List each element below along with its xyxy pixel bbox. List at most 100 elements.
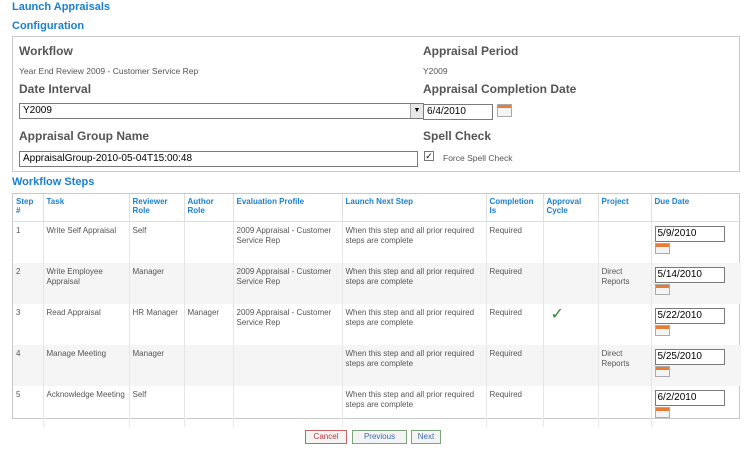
launch-next-step-cell: When this step and all prior required st… (342, 221, 487, 263)
page-title: Launch Appraisals (12, 1, 111, 13)
reviewer-role-cell: Manager (129, 345, 185, 386)
calendar-icon[interactable] (654, 366, 670, 377)
launch-next-step-cell: When this step and all prior required st… (342, 304, 487, 345)
due-date-cell: 6/2/2010 (651, 386, 741, 427)
due-date-input[interactable]: 5/25/2010 (654, 349, 725, 365)
header-launch-next-step: Launch Next Step (342, 194, 487, 222)
previous-button[interactable]: Previous (352, 430, 407, 444)
header-project: Project (598, 194, 652, 222)
table-row: 2 Write Employee Appraisal Manager 2009 … (13, 263, 741, 304)
workflow-value: Year End Review 2009 - Customer Service … (19, 66, 199, 76)
approval-cycle-cell (543, 386, 599, 427)
due-date-cell: 5/25/2010 (651, 345, 741, 386)
header-due-date: Due Date (651, 194, 741, 222)
project-cell (598, 386, 652, 427)
calendar-icon[interactable] (654, 243, 670, 254)
completion-date-label: Appraisal Completion Date (423, 82, 577, 96)
author-role-cell (184, 345, 234, 386)
evaluation-profile-cell (233, 386, 343, 427)
author-role-cell: Manager (184, 304, 234, 345)
step-cell: 2 (13, 263, 44, 304)
approval-cycle-cell (543, 345, 599, 386)
group-name-label: Appraisal Group Name (19, 129, 150, 143)
author-role-cell (184, 263, 234, 304)
configuration-heading: Configuration (12, 20, 85, 32)
spell-check-label: Spell Check (423, 129, 492, 143)
calendar-icon[interactable] (654, 284, 670, 295)
project-cell: Direct Reports (598, 263, 652, 304)
evaluation-profile-cell (233, 345, 343, 386)
header-reviewer-role: Reviewer Role (129, 194, 185, 222)
step-cell: 3 (13, 304, 44, 345)
chevron-down-icon[interactable]: ▼ (410, 104, 423, 118)
launch-next-step-cell: When this step and all prior required st… (342, 345, 487, 386)
header-step: Step # (13, 194, 44, 222)
due-date-cell: 5/22/2010 (651, 304, 741, 345)
step-cell: 1 (13, 221, 44, 263)
table-row: 5 Acknowledge Meeting Self When this ste… (13, 386, 741, 427)
approval-cycle-cell (543, 263, 599, 304)
task-cell: Read Appraisal (43, 304, 130, 345)
force-spell-check-checkbox[interactable]: ✓ (424, 151, 434, 161)
due-date-input[interactable]: 5/9/2010 (654, 226, 725, 242)
workflow-steps-heading: Workflow Steps (12, 176, 95, 188)
launch-next-step-cell: When this step and all prior required st… (342, 263, 487, 304)
evaluation-profile-cell: 2009 Appraisal - Customer Service Rep (233, 304, 343, 345)
completion-date-input[interactable]: 6/4/2010 (423, 104, 493, 120)
completion-is-cell: Required (486, 304, 544, 345)
task-cell: Write Employee Appraisal (43, 263, 130, 304)
project-cell: Direct Reports (598, 345, 652, 386)
table-row: 4 Manage Meeting Manager When this step … (13, 345, 741, 386)
completion-is-cell: Required (486, 221, 544, 263)
author-role-cell (184, 386, 234, 427)
launch-next-step-cell: When this step and all prior required st… (342, 386, 487, 427)
date-interval-selected: Y2009 (23, 105, 52, 116)
evaluation-profile-cell: 2009 Appraisal - Customer Service Rep (233, 263, 343, 304)
author-role-cell (184, 221, 234, 263)
appraisal-period-label: Appraisal Period (423, 44, 519, 58)
task-cell: Write Self Appraisal (43, 221, 130, 263)
calendar-icon[interactable] (654, 407, 670, 418)
next-button[interactable]: Next (411, 430, 441, 444)
approval-cycle-cell: ✓ (543, 304, 599, 345)
due-date-cell: 5/9/2010 (651, 222, 741, 264)
completion-is-cell: Required (486, 345, 544, 386)
table-row: 3 Read Appraisal HR Manager Manager 2009… (13, 304, 741, 345)
header-approval-cycle: Approval Cycle (543, 194, 599, 222)
header-task: Task (43, 194, 130, 222)
workflow-steps-table: Step # Task Reviewer Role Author Role Ev… (12, 193, 741, 427)
task-cell: Manage Meeting (43, 345, 130, 386)
project-cell (598, 221, 652, 263)
project-cell (598, 304, 652, 345)
workflow-label: Workflow (19, 44, 73, 58)
reviewer-role-cell: Manager (129, 263, 185, 304)
reviewer-role-cell: Self (129, 221, 185, 263)
task-cell: Acknowledge Meeting (43, 386, 130, 427)
due-date-cell: 5/14/2010 (651, 263, 741, 304)
header-completion-is: Completion Is (486, 194, 544, 222)
step-cell: 4 (13, 345, 44, 386)
checkmark-icon: ✓ (550, 306, 564, 323)
due-date-input[interactable]: 5/22/2010 (654, 308, 725, 324)
reviewer-role-cell: HR Manager (129, 304, 185, 345)
evaluation-profile-cell: 2009 Appraisal - Customer Service Rep (233, 221, 343, 263)
due-date-input[interactable]: 5/14/2010 (654, 267, 725, 283)
reviewer-role-cell: Self (129, 386, 185, 427)
appraisal-period-value: Y2009 (423, 66, 448, 76)
force-spell-check-label: Force Spell Check (443, 153, 513, 163)
date-interval-select[interactable]: Y2009 ▼ (19, 103, 424, 119)
calendar-icon[interactable] (654, 325, 670, 336)
step-cell: 5 (13, 386, 44, 427)
completion-is-cell: Required (486, 263, 544, 304)
approval-cycle-cell (543, 221, 599, 263)
configuration-panel: Workflow Year End Review 2009 - Customer… (12, 36, 740, 172)
calendar-icon[interactable] (497, 104, 512, 117)
group-name-input[interactable]: AppraisalGroup-2010-05-04T15:00:48 (19, 151, 418, 167)
header-evaluation-profile: Evaluation Profile (233, 194, 343, 222)
cancel-button[interactable]: Cancel (305, 430, 347, 444)
completion-is-cell: Required (486, 386, 544, 427)
table-header-row: Step # Task Reviewer Role Author Role Ev… (13, 194, 741, 222)
due-date-input[interactable]: 6/2/2010 (654, 390, 725, 406)
date-interval-label: Date Interval (19, 82, 92, 96)
header-author-role: Author Role (184, 194, 234, 222)
